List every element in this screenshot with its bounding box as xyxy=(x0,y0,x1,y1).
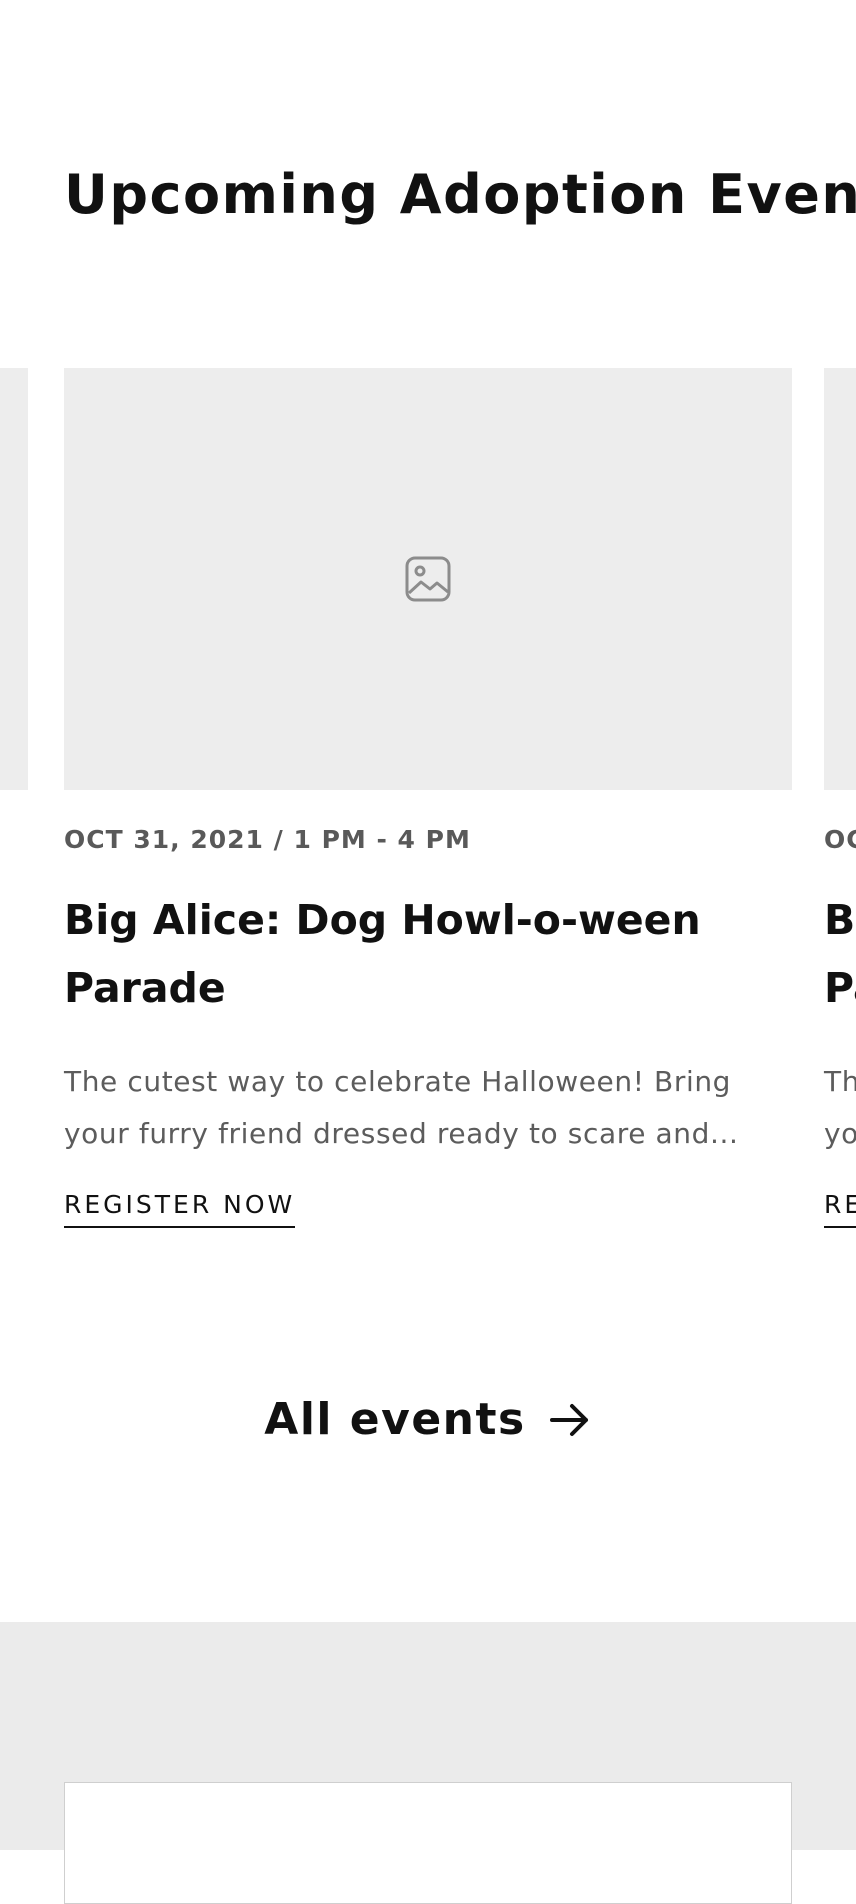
event-date: OCT 31, 2021 / 1 PM - 4 PM xyxy=(824,825,856,854)
event-image[interactable] xyxy=(824,368,856,790)
register-now-link[interactable]: REGISTER NOW xyxy=(64,1190,296,1228)
event-card[interactable]: OCT 31, 2021 / 1 PM - 4 PM Big Alice: Do… xyxy=(64,368,792,1228)
all-events-row: All events xyxy=(0,1390,856,1450)
events-section: Upcoming Adoption Events OCT 31, 2021 / … xyxy=(0,0,856,1622)
event-title[interactable]: Big Alice: Dog Howl-o-ween Parade xyxy=(0,886,28,1022)
arrow-right-icon xyxy=(549,1404,588,1436)
content-box xyxy=(64,1782,792,1904)
event-description: The cutest way to celebrate Halloween! B… xyxy=(824,1065,856,1150)
image-placeholder-icon xyxy=(405,556,451,602)
all-events-label: All events xyxy=(264,1394,526,1445)
event-description: The cutest way to celebrate Halloween! B… xyxy=(0,1056,28,1160)
event-image[interactable] xyxy=(64,368,792,790)
all-events-link[interactable]: All events xyxy=(264,1390,591,1450)
lower-section xyxy=(0,1622,856,1904)
register-now-link[interactable]: REGISTER NOW xyxy=(824,1190,856,1228)
section-heading: Upcoming Adoption Events xyxy=(64,163,856,226)
event-description: The cutest way to celebrate Halloween! B… xyxy=(64,1065,739,1150)
events-carousel[interactable]: OCT 31, 2021 / 1 PM - 4 PM Big Alice: Do… xyxy=(0,368,856,1248)
event-image[interactable] xyxy=(0,368,28,790)
event-title[interactable]: Big Alice: Dog Howl-o-ween Parade xyxy=(824,886,856,1022)
event-title[interactable]: Big Alice: Dog Howl-o-ween Parade xyxy=(64,886,792,1022)
event-card-next[interactable]: OCT 31, 2021 / 1 PM - 4 PM Big Alice: Do… xyxy=(824,368,856,1228)
event-card-previous[interactable]: OCT 31, 2021 / 1 PM - 4 PM Big Alice: Do… xyxy=(0,368,28,790)
event-date: OCT 31, 2021 / 1 PM - 4 PM xyxy=(64,825,471,854)
